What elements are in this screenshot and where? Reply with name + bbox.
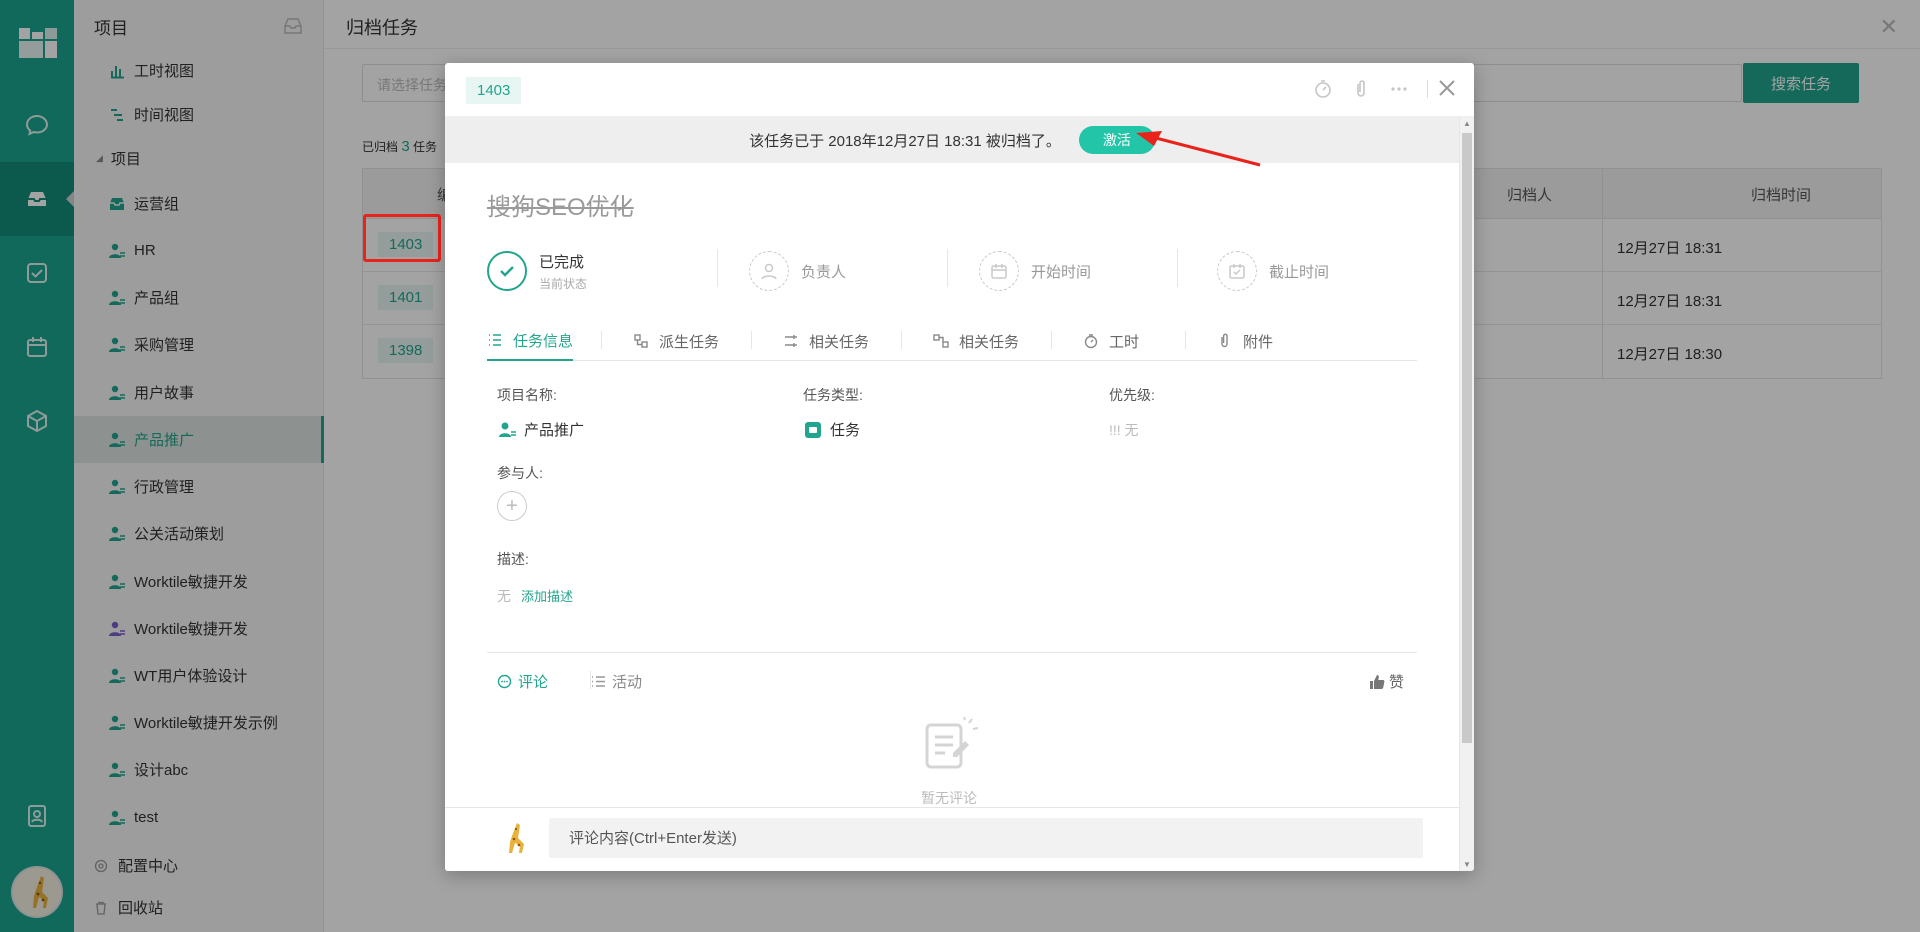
due-time-property[interactable]: 截止时间 xyxy=(1217,243,1329,299)
archived-notice-text: 该任务已于 2018年12月27日 18:31 被归档了。 xyxy=(749,132,1061,150)
comments-tab-label: 评论 xyxy=(518,674,549,691)
tab-label: 相关任务 xyxy=(959,333,1020,351)
prop-divider xyxy=(717,249,718,287)
tab-activity[interactable]: 活动 xyxy=(591,671,642,692)
tab-divider xyxy=(751,331,752,349)
tab-divider xyxy=(601,331,602,349)
like-label: 赞 xyxy=(1389,674,1405,691)
link-icon xyxy=(785,335,797,347)
more-icon[interactable] xyxy=(1389,79,1409,99)
user-icon xyxy=(749,251,789,291)
description-label: 描述: xyxy=(497,551,529,567)
tab-label: 附件 xyxy=(1243,333,1274,351)
task-type-text: 任务 xyxy=(830,422,861,439)
project-name-text: 产品推广 xyxy=(524,422,585,439)
empty-comment-icon xyxy=(925,717,979,769)
tab-related-tasks-2[interactable]: 相关任务 xyxy=(933,321,1019,361)
giraffe-avatar-icon xyxy=(509,823,524,853)
tab-divider xyxy=(1185,331,1186,349)
modal-toolbar xyxy=(1313,79,1428,99)
status-property[interactable]: 已完成 当前状态 xyxy=(487,243,587,299)
task-id-badge[interactable]: 1403 xyxy=(466,77,522,104)
add-description-link[interactable]: 添加描述 xyxy=(521,586,573,605)
stopwatch-icon xyxy=(1084,334,1098,349)
task-tabs: 任务信息 派生任务 相关任务 相关任务 工时 附件 xyxy=(487,321,1417,361)
tab-work-hours[interactable]: 工时 xyxy=(1083,321,1139,361)
red-arrow-annotation xyxy=(1136,131,1261,167)
status-label: 已完成 xyxy=(539,253,585,271)
list-icon xyxy=(489,334,501,346)
priority-label: 优先级: xyxy=(1109,387,1155,403)
modal-header: 1403 xyxy=(445,63,1474,117)
add-member-button[interactable]: + xyxy=(497,491,527,521)
task-type-icon xyxy=(803,420,823,440)
subtask-icon xyxy=(634,334,648,348)
paperclip-icon xyxy=(1221,333,1228,348)
task-detail-modal: 1403 该任务已于 2018年12月27日 18:31 被归档了。 激活 搜狗… xyxy=(445,63,1474,871)
tab-subtasks[interactable]: 派生任务 xyxy=(633,321,719,361)
start-time-property[interactable]: 开始时间 xyxy=(979,243,1091,299)
scroll-down-icon[interactable]: ▼ xyxy=(1463,860,1471,869)
scroll-up-icon[interactable]: ▲ xyxy=(1463,119,1471,128)
tab-label: 任务信息 xyxy=(513,332,574,350)
prop-divider xyxy=(947,249,948,287)
people-icon xyxy=(497,420,517,440)
calendar-check-icon xyxy=(1217,251,1257,291)
comment-icon xyxy=(497,674,512,689)
modal-scrollbar[interactable]: ▲ ▼ xyxy=(1459,117,1474,871)
members-label: 参与人: xyxy=(497,465,543,481)
calendar-icon xyxy=(979,251,1019,291)
relation-icon xyxy=(933,334,949,348)
tab-divider xyxy=(901,331,902,349)
list-icon xyxy=(592,676,605,687)
modal-close-icon[interactable] xyxy=(1434,75,1460,101)
project-name-value[interactable]: 产品推广 xyxy=(497,419,584,440)
assignee-property[interactable]: 负责人 xyxy=(749,243,846,299)
task-type-value[interactable]: 任务 xyxy=(803,419,860,440)
timer-icon[interactable] xyxy=(1313,79,1333,99)
task-properties: 已完成 当前状态 负责人 开始时间 截止时间 xyxy=(487,243,1417,299)
tab-label: 相关任务 xyxy=(809,333,870,351)
empty-comments-text: 暂无评论 xyxy=(921,790,977,806)
start-time-label: 开始时间 xyxy=(1031,263,1092,281)
check-icon xyxy=(487,251,527,291)
status-sublabel: 当前状态 xyxy=(539,276,588,291)
comments-divider xyxy=(487,652,1417,653)
scroll-thumb[interactable] xyxy=(1462,133,1472,743)
priority-value[interactable]: !!! 无 xyxy=(1109,420,1139,440)
description-empty: 无 xyxy=(497,588,511,604)
comment-input[interactable] xyxy=(549,818,1423,858)
task-type-label: 任务类型: xyxy=(803,387,863,403)
comment-footer xyxy=(445,807,1459,871)
assignee-label: 负责人 xyxy=(801,263,847,281)
toolbar-divider xyxy=(1427,80,1428,98)
attachment-icon[interactable] xyxy=(1351,79,1371,99)
prop-divider xyxy=(1177,249,1178,287)
archived-notice-bar: 该任务已于 2018年12月27日 18:31 被归档了。 激活 xyxy=(445,117,1459,163)
tab-label: 工时 xyxy=(1109,333,1140,351)
thumbs-up-icon xyxy=(1370,674,1385,689)
tab-attachments[interactable]: 附件 xyxy=(1217,321,1273,361)
tab-related-tasks[interactable]: 相关任务 xyxy=(783,321,869,361)
project-name-label: 项目名称: xyxy=(497,387,557,403)
activity-tab-label: 活动 xyxy=(612,674,643,691)
like-button[interactable]: 赞 xyxy=(1369,671,1404,692)
tab-task-info[interactable]: 任务信息 xyxy=(487,321,573,361)
tab-label: 派生任务 xyxy=(659,333,720,351)
due-time-label: 截止时间 xyxy=(1269,263,1330,281)
tab-divider xyxy=(1051,331,1052,349)
task-title[interactable]: 搜狗SEO优化 xyxy=(487,187,634,222)
highlight-annotation xyxy=(363,214,441,262)
tab-comments[interactable]: 评论 xyxy=(497,671,548,692)
